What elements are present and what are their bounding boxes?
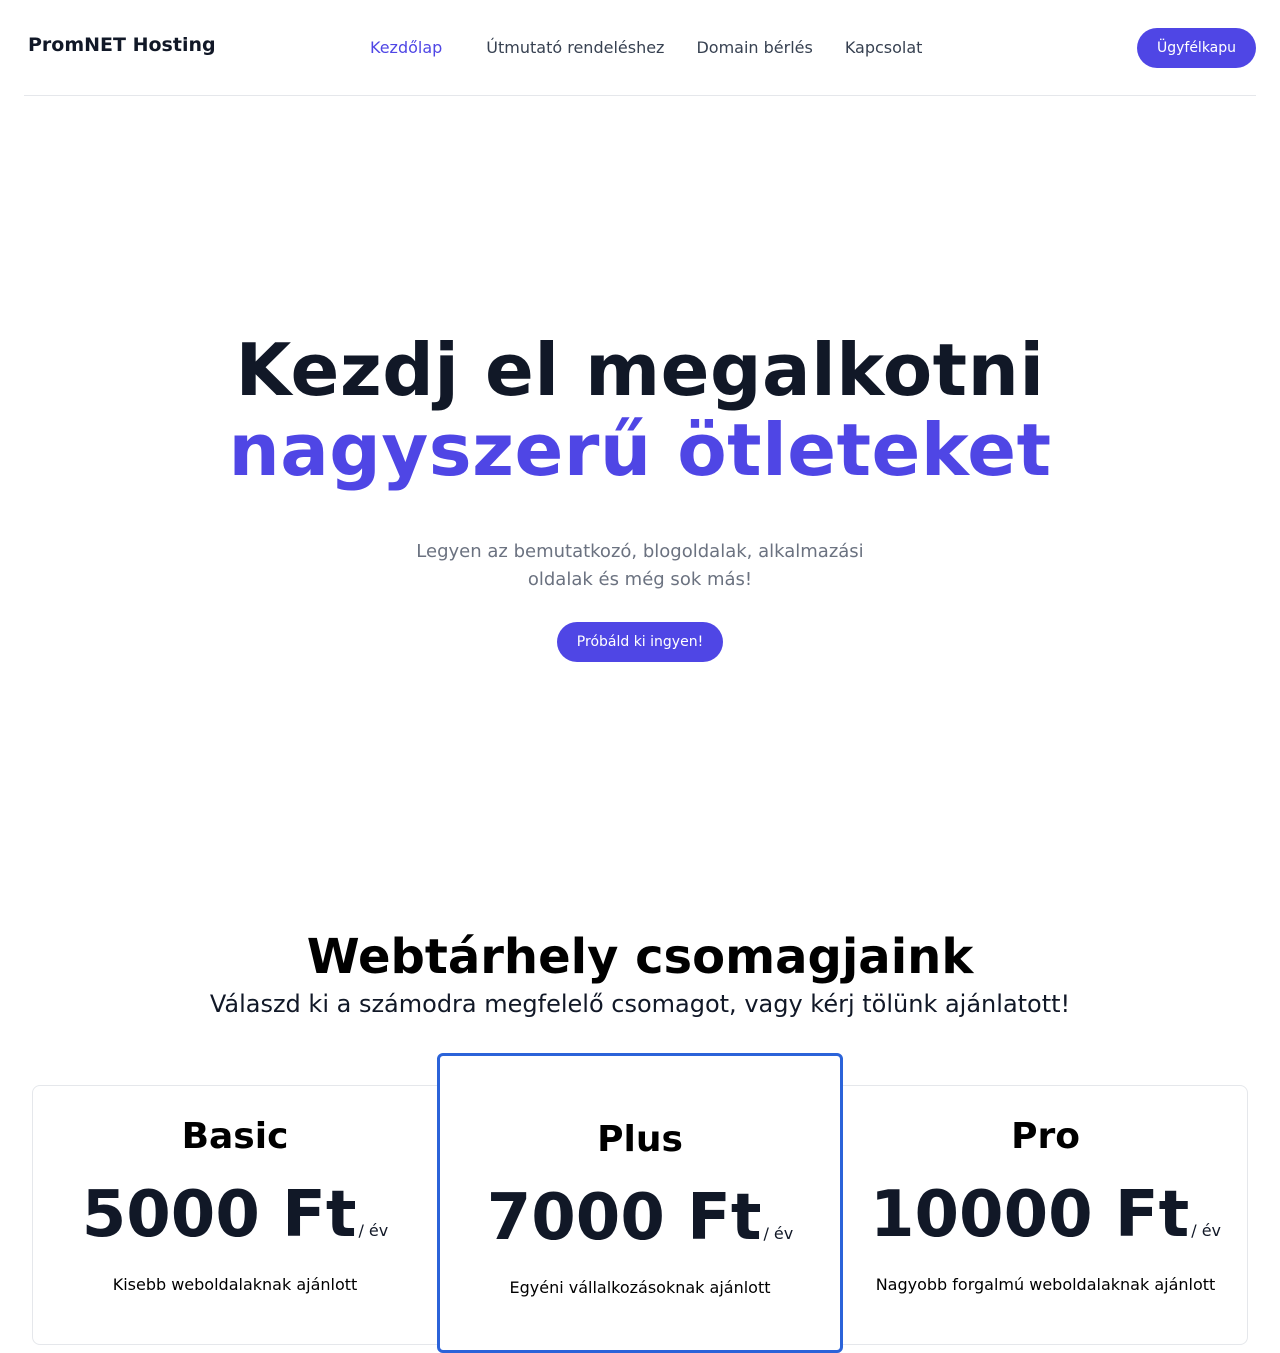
plan-name: Pro <box>1011 1116 1080 1157</box>
hero-title: Kezdj el megalkotni nagyszerű ötleteket <box>0 330 1280 490</box>
nav-link-home[interactable]: Kezdőlap <box>370 38 442 57</box>
pricing-section: Webtárhely csomagjaink Válaszd ki a szám… <box>0 925 1280 1019</box>
plan-name: Plus <box>597 1119 683 1160</box>
site-header: PromNET Hosting Kezdőlap Útmutató rendel… <box>24 0 1256 96</box>
plan-period: / év <box>763 1224 794 1243</box>
pricing-subtitle: Válaszd ki a számodra megfelelő csomagot… <box>209 990 1071 1018</box>
plan-card-pro[interactable]: Pro 10000 Ft / év Nagyobb forgalmú webol… <box>843 1085 1248 1294</box>
hero-title-line1: Kezdj el megalkotni <box>235 328 1045 412</box>
hero-title-line2: nagyszerű ötleteket <box>228 408 1052 492</box>
main-nav: Kezdőlap Útmutató rendeléshez Domain bér… <box>370 38 954 57</box>
hero-description: Legyen az bemutatkozó, blogoldalak, alka… <box>416 541 864 590</box>
pricing-title: Webtárhely csomagjaink <box>306 929 974 985</box>
plan-name: Basic <box>181 1116 289 1157</box>
plan-period: / év <box>358 1221 389 1240</box>
client-portal-button[interactable]: Ügyfélkapu <box>1137 28 1256 68</box>
nav-link-order-guide[interactable]: Útmutató rendeléshez <box>486 38 664 57</box>
nav-link-contact[interactable]: Kapcsolat <box>845 38 923 57</box>
try-free-button[interactable]: Próbáld ki ingyen! <box>557 622 723 662</box>
hero-section: Kezdj el megalkotni nagyszerű ötleteket … <box>0 330 1280 662</box>
plan-price-row: 5000 Ft / év <box>32 1173 438 1257</box>
plan-price: 7000 Ft <box>486 1181 762 1255</box>
plan-price-row: 10000 Ft / év <box>843 1173 1248 1257</box>
plan-price-row: 7000 Ft / év <box>440 1176 840 1260</box>
plan-description: Kisebb weboldalaknak ajánlott <box>112 1275 358 1294</box>
plan-price: 10000 Ft <box>869 1178 1190 1252</box>
nav-link-domain[interactable]: Domain bérlés <box>696 38 812 57</box>
plan-price: 5000 Ft <box>81 1178 357 1252</box>
brand-logo[interactable]: PromNET Hosting <box>28 34 216 56</box>
plan-card-basic[interactable]: Basic 5000 Ft / év Kisebb weboldalaknak … <box>32 1085 438 1294</box>
plan-period: / év <box>1191 1221 1222 1240</box>
plan-description: Nagyobb forgalmú weboldalaknak ajánlott <box>875 1275 1216 1294</box>
plan-description: Egyéni vállalkozásoknak ajánlott <box>509 1278 771 1297</box>
plan-card-plus[interactable]: Plus 7000 Ft / év Egyéni vállalkozásokna… <box>437 1053 843 1353</box>
